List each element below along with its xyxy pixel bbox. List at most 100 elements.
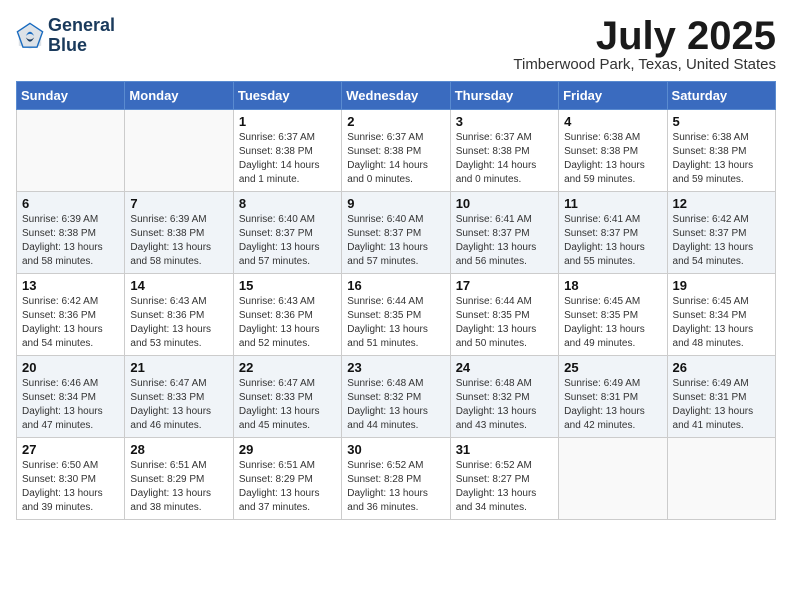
day-info: Sunrise: 6:42 AM Sunset: 8:37 PM Dayligh… <box>673 213 770 269</box>
calendar-week-2: 6Sunrise: 6:39 AM Sunset: 8:38 PM Daylig… <box>17 192 776 274</box>
day-number: 28 <box>130 442 227 457</box>
calendar-cell: 31 Sunrise: 6:52 AM Sunset: 8:27 PM Dayli… <box>450 438 558 520</box>
day-number: 2 <box>347 114 444 129</box>
day-number: 11 <box>564 196 661 211</box>
calendar-cell <box>125 110 233 192</box>
day-info: Sunrise: 6:44 AM Sunset: 8:35 PM Dayligh… <box>456 295 553 351</box>
day-info: Sunrise: 6:40 AM Sunset: 8:37 PM Dayligh… <box>239 213 336 269</box>
calendar-cell: 3 Sunrise: 6:37 AM Sunset: 8:38 PM Daylig… <box>450 110 558 192</box>
calendar-cell: 23Sunrise: 6:48 AM Sunset: 8:32 PM Dayli… <box>342 356 450 438</box>
page-header: General Blue July 2025 Timberwood Park, … <box>16 16 776 73</box>
day-info: Sunrise: 6:47 AM Sunset: 8:33 PM Dayligh… <box>239 377 336 433</box>
calendar-cell: 2 Sunrise: 6:37 AM Sunset: 8:38 PM Daylig… <box>342 110 450 192</box>
calendar-cell: 30Sunrise: 6:52 AM Sunset: 8:28 PM Dayli… <box>342 438 450 520</box>
calendar-cell: 7 Sunrise: 6:39 AM Sunset: 8:38 PM Daylig… <box>125 192 233 274</box>
calendar-cell: 6Sunrise: 6:39 AM Sunset: 8:38 PM Daylig… <box>17 192 125 274</box>
day-info: Sunrise: 6:39 AM Sunset: 8:38 PM Dayligh… <box>130 213 227 269</box>
day-number: 13 <box>22 278 119 293</box>
day-number: 20 <box>22 360 119 375</box>
calendar-cell: 19Sunrise: 6:45 AM Sunset: 8:34 PM Dayli… <box>667 274 775 356</box>
calendar-cell: 12 Sunrise: 6:42 AM Sunset: 8:37 PM Dayli… <box>667 192 775 274</box>
day-number: 5 <box>673 114 770 129</box>
calendar: SundayMondayTuesdayWednesdayThursdayFrid… <box>16 81 776 520</box>
calendar-cell: 1 Sunrise: 6:37 AM Sunset: 8:38 PM Daylig… <box>233 110 341 192</box>
calendar-cell: 25 Sunrise: 6:49 AM Sunset: 8:31 PM Dayli… <box>559 356 667 438</box>
calendar-header-tuesday: Tuesday <box>233 82 341 110</box>
calendar-cell <box>17 110 125 192</box>
day-info: Sunrise: 6:48 AM Sunset: 8:32 PM Dayligh… <box>456 377 553 433</box>
calendar-cell: 29Sunrise: 6:51 AM Sunset: 8:29 PM Dayli… <box>233 438 341 520</box>
calendar-cell <box>559 438 667 520</box>
calendar-header-saturday: Saturday <box>667 82 775 110</box>
day-info: Sunrise: 6:41 AM Sunset: 8:37 PM Dayligh… <box>564 213 661 269</box>
calendar-cell: 5Sunrise: 6:38 AM Sunset: 8:38 PM Daylig… <box>667 110 775 192</box>
calendar-header: SundayMondayTuesdayWednesdayThursdayFrid… <box>17 82 776 110</box>
calendar-cell: 20 Sunrise: 6:46 AM Sunset: 8:34 PM Dayli… <box>17 356 125 438</box>
day-info: Sunrise: 6:37 AM Sunset: 8:38 PM Dayligh… <box>239 131 336 187</box>
day-info: Sunrise: 6:52 AM Sunset: 8:28 PM Dayligh… <box>347 459 444 515</box>
day-info: Sunrise: 6:46 AM Sunset: 8:34 PM Dayligh… <box>22 377 119 433</box>
calendar-cell: 10Sunrise: 6:41 AM Sunset: 8:37 PM Dayli… <box>450 192 558 274</box>
calendar-cell: 21 Sunrise: 6:47 AM Sunset: 8:33 PM Dayli… <box>125 356 233 438</box>
calendar-body: 1 Sunrise: 6:37 AM Sunset: 8:38 PM Daylig… <box>17 110 776 520</box>
calendar-header-friday: Friday <box>559 82 667 110</box>
calendar-header-sunday: Sunday <box>17 82 125 110</box>
day-info: Sunrise: 6:39 AM Sunset: 8:38 PM Dayligh… <box>22 213 119 269</box>
calendar-cell: 28 Sunrise: 6:51 AM Sunset: 8:29 PM Dayli… <box>125 438 233 520</box>
day-number: 22 <box>239 360 336 375</box>
calendar-cell: 18 Sunrise: 6:45 AM Sunset: 8:35 PM Dayli… <box>559 274 667 356</box>
calendar-cell: 13Sunrise: 6:42 AM Sunset: 8:36 PM Dayli… <box>17 274 125 356</box>
day-number: 7 <box>130 196 227 211</box>
day-info: Sunrise: 6:51 AM Sunset: 8:29 PM Dayligh… <box>130 459 227 515</box>
calendar-week-4: 20 Sunrise: 6:46 AM Sunset: 8:34 PM Dayli… <box>17 356 776 438</box>
day-number: 10 <box>456 196 553 211</box>
day-info: Sunrise: 6:38 AM Sunset: 8:38 PM Dayligh… <box>564 131 661 187</box>
calendar-header-wednesday: Wednesday <box>342 82 450 110</box>
day-number: 15 <box>239 278 336 293</box>
day-info: Sunrise: 6:47 AM Sunset: 8:33 PM Dayligh… <box>130 377 227 433</box>
day-number: 4 <box>564 114 661 129</box>
calendar-header-thursday: Thursday <box>450 82 558 110</box>
day-info: Sunrise: 6:45 AM Sunset: 8:34 PM Dayligh… <box>673 295 770 351</box>
calendar-week-1: 1 Sunrise: 6:37 AM Sunset: 8:38 PM Daylig… <box>17 110 776 192</box>
calendar-header-monday: Monday <box>125 82 233 110</box>
day-info: Sunrise: 6:50 AM Sunset: 8:30 PM Dayligh… <box>22 459 119 515</box>
logo: General Blue <box>16 16 115 56</box>
calendar-cell: 16Sunrise: 6:44 AM Sunset: 8:35 PM Dayli… <box>342 274 450 356</box>
day-info: Sunrise: 6:51 AM Sunset: 8:29 PM Dayligh… <box>239 459 336 515</box>
calendar-week-5: 27 Sunrise: 6:50 AM Sunset: 8:30 PM Dayli… <box>17 438 776 520</box>
day-number: 26 <box>673 360 770 375</box>
day-info: Sunrise: 6:49 AM Sunset: 8:31 PM Dayligh… <box>564 377 661 433</box>
day-number: 31 <box>456 442 553 457</box>
calendar-cell: 17Sunrise: 6:44 AM Sunset: 8:35 PM Dayli… <box>450 274 558 356</box>
calendar-cell: 11 Sunrise: 6:41 AM Sunset: 8:37 PM Dayli… <box>559 192 667 274</box>
month-title: July 2025 <box>513 16 776 56</box>
day-number: 14 <box>130 278 227 293</box>
calendar-cell: 26Sunrise: 6:49 AM Sunset: 8:31 PM Dayli… <box>667 356 775 438</box>
calendar-cell: 8 Sunrise: 6:40 AM Sunset: 8:37 PM Daylig… <box>233 192 341 274</box>
logo-icon <box>16 22 44 50</box>
calendar-cell: 14Sunrise: 6:43 AM Sunset: 8:36 PM Dayli… <box>125 274 233 356</box>
day-info: Sunrise: 6:43 AM Sunset: 8:36 PM Dayligh… <box>239 295 336 351</box>
day-info: Sunrise: 6:37 AM Sunset: 8:38 PM Dayligh… <box>456 131 553 187</box>
day-number: 8 <box>239 196 336 211</box>
day-info: Sunrise: 6:40 AM Sunset: 8:37 PM Dayligh… <box>347 213 444 269</box>
calendar-cell: 9 Sunrise: 6:40 AM Sunset: 8:37 PM Daylig… <box>342 192 450 274</box>
day-number: 21 <box>130 360 227 375</box>
day-info: Sunrise: 6:37 AM Sunset: 8:38 PM Dayligh… <box>347 131 444 187</box>
day-number: 12 <box>673 196 770 211</box>
calendar-cell: 27 Sunrise: 6:50 AM Sunset: 8:30 PM Dayli… <box>17 438 125 520</box>
day-info: Sunrise: 6:45 AM Sunset: 8:35 PM Dayligh… <box>564 295 661 351</box>
calendar-cell: 4 Sunrise: 6:38 AM Sunset: 8:38 PM Daylig… <box>559 110 667 192</box>
day-number: 9 <box>347 196 444 211</box>
logo-text: General Blue <box>48 16 115 56</box>
day-number: 25 <box>564 360 661 375</box>
title-block: July 2025 Timberwood Park, Texas, United… <box>513 16 776 73</box>
day-info: Sunrise: 6:52 AM Sunset: 8:27 PM Dayligh… <box>456 459 553 515</box>
day-number: 3 <box>456 114 553 129</box>
day-number: 18 <box>564 278 661 293</box>
day-number: 23 <box>347 360 444 375</box>
day-number: 27 <box>22 442 119 457</box>
calendar-week-3: 13Sunrise: 6:42 AM Sunset: 8:36 PM Dayli… <box>17 274 776 356</box>
day-number: 1 <box>239 114 336 129</box>
